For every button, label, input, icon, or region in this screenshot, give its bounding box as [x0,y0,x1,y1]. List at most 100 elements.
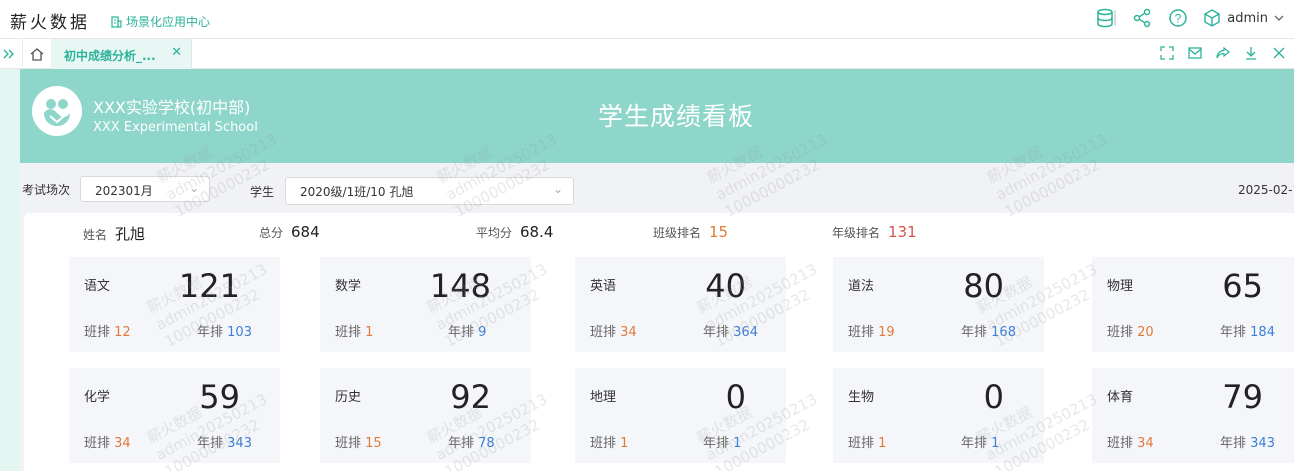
subject-score: 59 [199,378,240,416]
left-rail [0,69,20,471]
subject-name: 语文 [84,279,111,294]
class-rank: 班排 12 [84,321,131,340]
fullscreen-icon[interactable] [1158,44,1176,62]
class-rank-label: 班排 [590,325,617,340]
summary-name-value: 孔旭 [115,225,146,243]
chevron-down-icon [1274,15,1284,21]
tab-label: 初中成绩分析_... [64,49,156,63]
school-name-cn: XXX实验学校(初中部) [93,98,251,117]
subject-card: 数学 148 班排 1 年排 9 [320,257,531,352]
grade-rank: 年排 168 [961,321,1016,340]
class-rank-value: 12 [114,325,131,340]
building-icon [111,15,122,28]
exam-select[interactable]: 202301月 ⌄ [80,176,210,202]
summary-total-label: 总分 [259,226,284,240]
student-select[interactable]: 2020级/1班/10 孔旭 ⌄ [285,177,574,205]
app-center-link[interactable]: 场景化应用中心 [110,13,210,30]
grade-rank: 年排 364 [703,321,758,340]
download-icon[interactable] [1242,44,1260,62]
grade-rank-label: 年排 [1220,325,1247,340]
school-logo [32,86,82,136]
grade-rank-label: 年排 [197,325,224,340]
close-icon[interactable]: ✕ [171,45,182,60]
summary-avg-label: 平均分 [476,226,513,240]
subject-score: 148 [429,267,491,305]
class-rank-label: 班排 [1107,325,1134,340]
filter-bar: 考试场次 202301月 ⌄ 学生 2020级/1班/10 孔旭 ⌄ 2025-… [20,163,1294,213]
subject-card: 生物 0 班排 1 年排 1 [833,368,1044,463]
class-rank-value: 1 [365,325,374,340]
class-rank-label: 班排 [335,436,362,451]
grade-rank-label: 年排 [961,325,988,340]
summary-grade-rank-label: 年级排名 [832,226,881,240]
help-icon[interactable]: ? [1167,7,1189,29]
class-rank-label: 班排 [84,436,111,451]
app-center-label: 场景化应用中心 [126,15,211,29]
home-icon [30,48,44,61]
grade-rank: 年排 184 [1220,321,1275,340]
grade-rank-value: 1 [991,436,1000,451]
top-bar: 薪火数据 场景化应用中心 ? admin [0,0,1294,39]
mail-icon[interactable] [1186,44,1204,62]
grade-rank: 年排 9 [448,321,486,340]
summary-grade-rank-value: 131 [888,223,917,241]
grade-rank: 年排 1 [703,432,741,451]
subject-score: 40 [705,267,746,305]
summary-name: 姓名 孔旭 [83,223,145,244]
subject-card: 历史 92 班排 15 年排 78 [320,368,531,463]
subject-card: 物理 65 班排 20 年排 184 [1092,257,1294,352]
class-rank-value: 20 [1137,325,1154,340]
class-rank: 班排 34 [590,321,637,340]
dashboard-banner: XXX实验学校(初中部) XXX Experimental School 学生成… [20,69,1294,163]
class-rank-value: 34 [1137,436,1154,451]
subject-score: 80 [963,267,1004,305]
summary-class-rank: 班级排名 15 [653,223,728,241]
class-rank-label: 班排 [848,325,875,340]
grade-rank-label: 年排 [197,436,224,451]
subject-name: 道法 [848,279,875,294]
summary-avg-value: 68.4 [520,223,554,241]
share-icon[interactable] [1131,7,1153,29]
home-tab[interactable] [22,39,52,69]
cube-icon [1204,9,1220,27]
chevron-down-icon: ⌄ [552,182,563,196]
class-rank-label: 班排 [335,325,362,340]
class-rank: 班排 19 [848,321,895,340]
summary-class-rank-label: 班级排名 [653,226,702,240]
subject-score: 0 [983,378,1004,416]
class-rank-value: 1 [620,436,629,451]
close-all-icon[interactable] [1270,44,1288,62]
class-rank-label: 班排 [848,436,875,451]
brand-logo-text[interactable]: 薪火数据 [10,8,90,33]
grade-rank: 年排 103 [197,321,252,340]
forward-icon[interactable] [1214,44,1232,62]
subject-name: 数学 [335,279,362,294]
class-rank-value: 34 [620,325,637,340]
database-icon[interactable] [1095,7,1117,29]
class-rank-value: 19 [878,325,895,340]
tab-score-analysis[interactable]: 初中成绩分析_... ✕ [52,39,192,69]
grade-rank-label: 年排 [703,436,730,451]
subject-card: 道法 80 班排 19 年排 168 [833,257,1044,352]
summary-name-label: 姓名 [83,228,108,242]
grade-rank-value: 1 [733,436,742,451]
class-rank-value: 1 [878,436,887,451]
summary-total-value: 684 [291,223,320,241]
grade-rank-value: 343 [1250,436,1275,451]
grade-rank: 年排 343 [197,432,252,451]
subject-name: 英语 [590,279,617,294]
grade-rank-value: 78 [478,436,495,451]
summary-grade-rank: 年级排名 131 [832,223,917,241]
summary-average: 平均分 68.4 [476,223,553,241]
exam-select-value: 202301月 [95,184,153,198]
dashboard: XXX实验学校(初中部) XXX Experimental School 学生成… [20,69,1294,471]
subject-score: 65 [1222,267,1263,305]
expand-sidebar-icon[interactable] [2,44,18,64]
subject-score: 79 [1222,378,1263,416]
class-rank-label: 班排 [590,436,617,451]
student-select-value: 2020级/1班/10 孔旭 [300,185,414,199]
subject-card: 地理 0 班排 1 年排 1 [575,368,786,463]
grade-rank-label: 年排 [703,325,730,340]
user-menu[interactable]: admin [1203,9,1284,27]
school-name-en: XXX Experimental School [93,120,258,135]
